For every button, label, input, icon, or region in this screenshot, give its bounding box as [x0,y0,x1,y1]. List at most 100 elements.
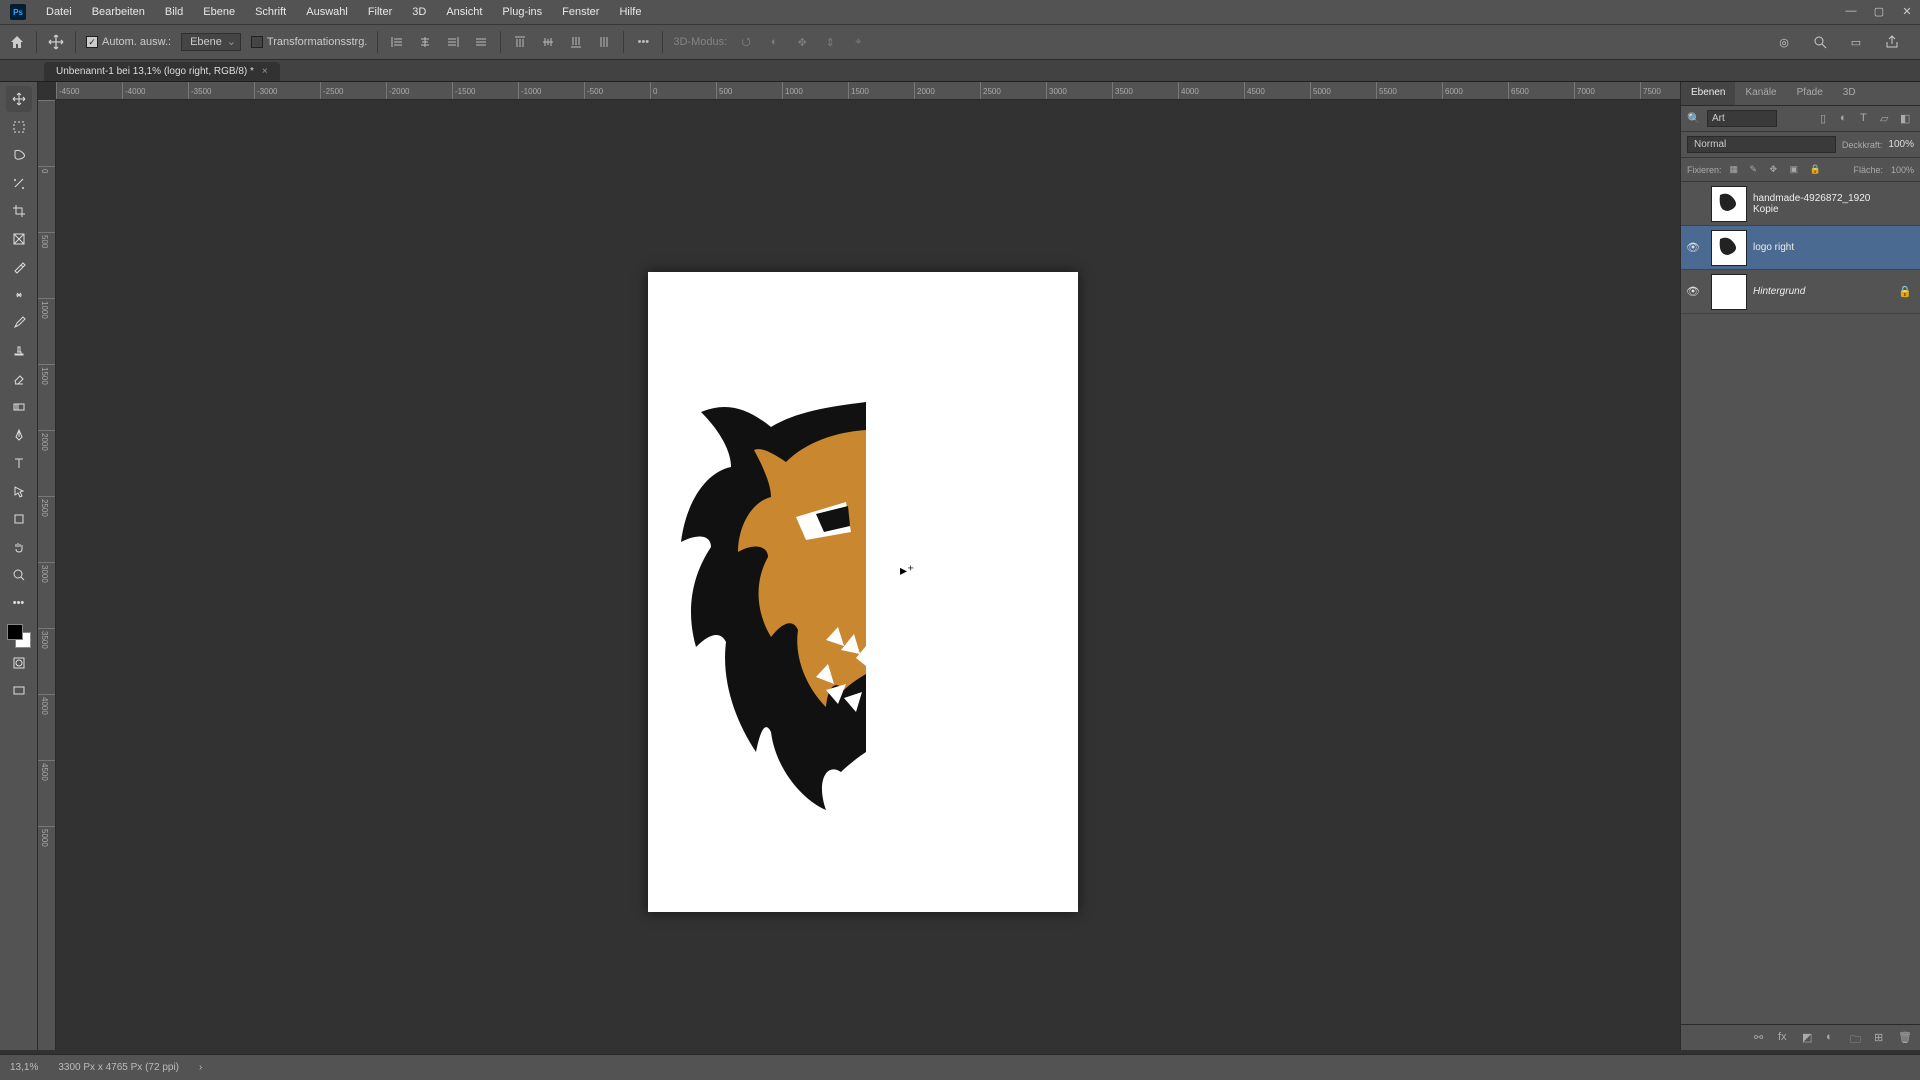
opacity-value[interactable]: 100% [1888,139,1914,150]
menu-plug-ins[interactable]: Plug-ins [492,0,552,24]
marquee-tool[interactable] [6,114,32,140]
minimize-button[interactable]: — [1844,4,1858,18]
align-right-icon[interactable] [444,33,462,51]
visibility-toggle[interactable]: 👁 [1681,285,1705,298]
fill-value[interactable]: 100% [1891,165,1914,175]
home-icon[interactable] [8,33,26,51]
tab-pfade[interactable]: Pfade [1787,82,1833,105]
stamp-tool[interactable] [6,338,32,364]
layer-row[interactable]: 👁 logo right [1681,226,1920,270]
brush-tool[interactable] [6,310,32,336]
visibility-toggle[interactable]: 👁 [1681,241,1705,254]
trash-icon[interactable]: 🗑 [1898,1031,1912,1045]
heal-tool[interactable] [6,282,32,308]
layer-filter-dropdown[interactable]: Art [1707,110,1777,127]
doc-info[interactable]: 3300 Px x 4765 Px (72 ppi) [58,1062,179,1073]
menu-hilfe[interactable]: Hilfe [609,0,651,24]
link-layers-icon[interactable]: ⚯ [1754,1031,1768,1045]
pen-tool[interactable] [6,422,32,448]
menu-ebene[interactable]: Ebene [193,0,245,24]
edit-toolbar-icon[interactable]: ••• [6,590,32,616]
align-vcenter-icon[interactable] [539,33,557,51]
lock-icon[interactable]: 🔒 [1898,285,1912,298]
zoom-value[interactable]: 13,1% [10,1062,38,1073]
filter-smart-icon[interactable]: ◧ [1900,112,1914,126]
tab-kanäle[interactable]: Kanäle [1735,82,1786,105]
lock-artboard-icon[interactable]: ▣ [1790,164,1802,176]
distribute-v-icon[interactable] [595,33,613,51]
lasso-tool[interactable] [6,142,32,168]
close-button[interactable]: ✕ [1900,4,1914,18]
gradient-tool[interactable] [6,394,32,420]
layer-name[interactable]: handmade-4926872_1920 Kopie [1753,193,1898,215]
menu-auswahl[interactable]: Auswahl [296,0,358,24]
panel-tabs[interactable]: EbenenKanälePfade3D [1681,82,1920,106]
close-tab-icon[interactable]: × [262,66,268,77]
lock-all-icon[interactable]: 🔒 [1810,164,1822,176]
filter-shape-icon[interactable]: ▱ [1880,112,1894,126]
shape-tool[interactable] [6,506,32,532]
doc-info-chevron-icon[interactable]: › [199,1062,202,1073]
align-top-icon[interactable] [511,33,529,51]
workspace-icon[interactable]: ▭ [1846,32,1866,52]
zoom-tool[interactable] [6,562,32,588]
lock-position-icon[interactable]: ✎ [1750,164,1762,176]
ruler-vertical[interactable]: 0500100015002000250030003500400045005000 [38,100,56,1050]
menu-datei[interactable]: Datei [36,0,82,24]
menu-filter[interactable]: Filter [358,0,402,24]
layer-name[interactable]: Hintergrund [1753,286,1898,297]
transform-ctrl-checkbox[interactable]: Transformationsstrg. [251,36,367,48]
more-align-icon[interactable]: ••• [634,33,652,51]
filter-image-icon[interactable]: ▯ [1820,112,1834,126]
type-tool[interactable] [6,450,32,476]
filter-adjust-icon[interactable]: ◐ [1840,112,1854,126]
layer-thumbnail[interactable] [1711,230,1747,266]
distribute-h-icon[interactable] [472,33,490,51]
fx-icon[interactable]: fx [1778,1031,1792,1045]
blend-mode-dropdown[interactable]: Normal [1687,136,1836,153]
tab-3d[interactable]: 3D [1833,82,1866,105]
mask-icon[interactable]: ◩ [1802,1031,1816,1045]
color-swatch[interactable] [7,624,31,648]
ruler-horizontal[interactable]: -4500-4000-3500-3000-2500-2000-1500-1000… [56,82,1680,100]
cloud-docs-icon[interactable]: ◎ [1774,32,1794,52]
menu-bearbeiten[interactable]: Bearbeiten [82,0,155,24]
frame-tool[interactable] [6,226,32,252]
move-tool-icon[interactable] [47,33,65,51]
quickmask-icon[interactable] [6,650,32,676]
adjustment-icon[interactable]: ◐ [1826,1031,1840,1045]
menu-fenster[interactable]: Fenster [552,0,609,24]
menu-3d[interactable]: 3D [402,0,436,24]
screenmode-icon[interactable] [6,678,32,704]
menu-ansicht[interactable]: Ansicht [436,0,492,24]
align-hcenter-icon[interactable] [416,33,434,51]
lock-move-icon[interactable]: ✥ [1770,164,1782,176]
share-icon[interactable] [1882,32,1902,52]
menu-bild[interactable]: Bild [155,0,193,24]
wand-tool[interactable] [6,170,32,196]
layer-thumbnail[interactable] [1711,186,1747,222]
filter-type-icon[interactable]: T [1860,112,1874,126]
eraser-tool[interactable] [6,366,32,392]
lock-pixels-icon[interactable]: ▦ [1730,164,1742,176]
auto-select-checkbox[interactable]: ✓Autom. ausw.: [86,36,171,48]
hand-tool[interactable] [6,534,32,560]
layer-name[interactable]: logo right [1753,242,1898,253]
move-tool[interactable] [6,86,32,112]
menu-schrift[interactable]: Schrift [245,0,296,24]
path-select-tool[interactable] [6,478,32,504]
crop-tool[interactable] [6,198,32,224]
group-icon[interactable]: 🗀 [1850,1031,1864,1045]
new-layer-icon[interactable]: ⊞ [1874,1031,1888,1045]
tab-ebenen[interactable]: Ebenen [1681,82,1735,105]
canvas-artwork[interactable] [648,272,1078,912]
auto-select-dropdown[interactable]: Ebene [181,33,241,51]
layer-row[interactable]: handmade-4926872_1920 Kopie [1681,182,1920,226]
layer-thumbnail[interactable] [1711,274,1747,310]
eyedropper-tool[interactable] [6,254,32,280]
layer-row[interactable]: 👁 Hintergrund🔒 [1681,270,1920,314]
search-icon[interactable] [1810,32,1830,52]
maximize-button[interactable]: ▢ [1872,4,1886,18]
align-left-icon[interactable] [388,33,406,51]
align-bottom-icon[interactable] [567,33,585,51]
